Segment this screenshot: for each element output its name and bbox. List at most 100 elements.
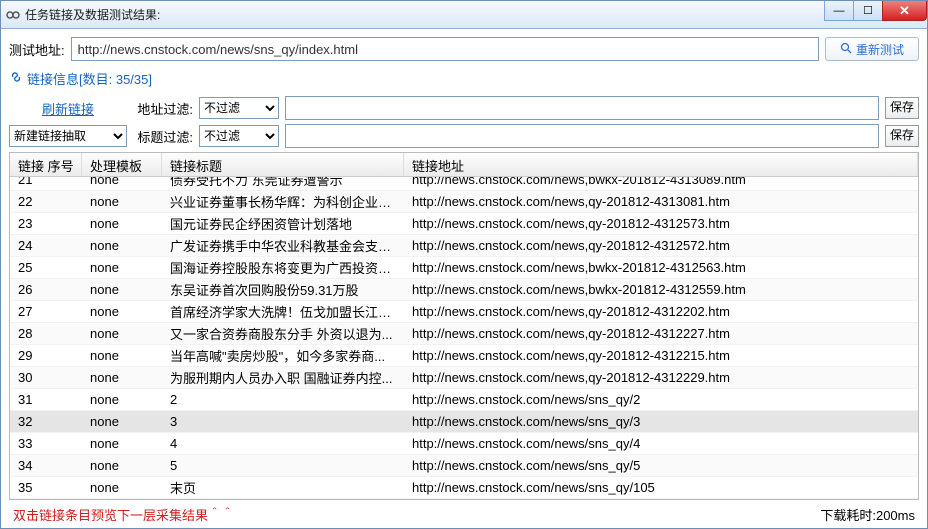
table-cell: http://news.cnstock.com/news,qy-201812-4… — [404, 370, 918, 385]
col-template[interactable]: 处理模板 — [82, 153, 162, 176]
filter-section: 刷新链接 地址过滤: 不过滤 保存 新建链接抽取 标题过滤: 不过滤 保存 — [9, 96, 919, 148]
table-cell: http://news.cnstock.com/news,bwkx-201812… — [404, 282, 918, 297]
table-row[interactable]: 29none当年高喊"卖房炒股"，如今多家券商...http://news.cn… — [10, 345, 918, 367]
table-cell: 26 — [10, 282, 82, 297]
address-filter-label: 地址过滤: — [133, 99, 193, 118]
title-filter-input[interactable] — [285, 124, 879, 148]
table-cell: 33 — [10, 436, 82, 451]
table-cell: 又一家合资券商股东分手 外资以退为... — [162, 324, 404, 343]
table-header: 链接 序号 处理模板 链接标题 链接地址 — [10, 153, 918, 177]
retest-button[interactable]: 重新测试 — [825, 37, 919, 61]
window-controls: — ☐ ✕ — [825, 1, 927, 21]
table-cell: http://news.cnstock.com/news,bwkx-201812… — [404, 177, 918, 187]
table-cell: http://news.cnstock.com/news,qy-201812-4… — [404, 194, 918, 209]
footer-hint: 双击链接条目预览下一层采集结果＾＾ — [13, 505, 234, 524]
table-cell: 23 — [10, 216, 82, 231]
address-filter-input[interactable] — [285, 96, 879, 120]
table-cell: none — [82, 326, 162, 341]
app-icon — [5, 7, 21, 23]
table-row[interactable]: 24none广发证券携手中华农业科教基金会支持...http://news.cn… — [10, 235, 918, 257]
table-row[interactable]: 25none国海证券控股股东将变更为广西投资集...http://news.cn… — [10, 257, 918, 279]
address-label: 测试地址: — [9, 40, 65, 59]
table-cell: none — [82, 370, 162, 385]
table-cell: 30 — [10, 370, 82, 385]
table-cell: none — [82, 480, 162, 495]
table-cell: none — [82, 348, 162, 363]
titlebar[interactable]: 任务链接及数据测试结果: — ☐ ✕ — [1, 1, 927, 29]
table-cell: 35 — [10, 480, 82, 495]
table-cell: none — [82, 238, 162, 253]
footer: 双击链接条目预览下一层采集结果＾＾ 下载耗时:200ms — [9, 504, 919, 528]
table-cell: 国元证券民企纾困资管计划落地 — [162, 214, 404, 233]
table-cell: none — [82, 260, 162, 275]
table-cell: none — [82, 194, 162, 209]
close-button[interactable]: ✕ — [882, 1, 927, 21]
link-info-text: 链接信息[数目: 35/35] — [27, 69, 152, 88]
table-cell: http://news.cnstock.com/news,qy-201812-4… — [404, 304, 918, 319]
search-icon — [840, 42, 852, 57]
window-body: 测试地址: 重新测试 链接信息[数目: 35/35] 刷新链接 地址过滤: 不过… — [1, 29, 927, 528]
table-cell: 兴业证券董事长杨华辉：为科创企业提... — [162, 192, 404, 211]
filter-row-address: 刷新链接 地址过滤: 不过滤 保存 — [9, 96, 919, 120]
table-cell: http://news.cnstock.com/news/sns_qy/5 — [404, 458, 918, 473]
address-row: 测试地址: 重新测试 — [9, 37, 919, 61]
maximize-button[interactable]: ☐ — [853, 1, 883, 21]
table-row[interactable]: 32none3http://news.cnstock.com/news/sns_… — [10, 411, 918, 433]
window-title: 任务链接及数据测试结果: — [25, 6, 160, 23]
table-cell: 32 — [10, 414, 82, 429]
minimize-button[interactable]: — — [824, 1, 854, 21]
table-row[interactable]: 23none国元证券民企纾困资管计划落地http://news.cnstock.… — [10, 213, 918, 235]
table-cell: 3 — [162, 414, 404, 429]
table-row[interactable]: 21none债券受托不力 东莞证券遭警示http://news.cnstock.… — [10, 177, 918, 191]
title-filter-select[interactable]: 不过滤 — [199, 125, 279, 147]
table-cell: http://news.cnstock.com/news,qy-201812-4… — [404, 348, 918, 363]
table-cell: 28 — [10, 326, 82, 341]
table-row[interactable]: 27none首席经济学家大洗牌！伍戈加盟长江证...http://news.cn… — [10, 301, 918, 323]
table-row[interactable]: 31none2http://news.cnstock.com/news/sns_… — [10, 389, 918, 411]
title-filter-label: 标题过滤: — [133, 127, 193, 146]
save-address-filter-button[interactable]: 保存 — [885, 97, 919, 119]
table-cell: none — [82, 436, 162, 451]
table-row[interactable]: 22none兴业证券董事长杨华辉：为科创企业提...http://news.cn… — [10, 191, 918, 213]
table-cell: 末页 — [162, 478, 404, 497]
address-input[interactable] — [71, 37, 819, 61]
table-cell: none — [82, 458, 162, 473]
table-cell: http://news.cnstock.com/news,qy-201812-4… — [404, 216, 918, 231]
refresh-link-button[interactable]: 刷新链接 — [9, 99, 127, 118]
table-cell: 25 — [10, 260, 82, 275]
table-cell: 34 — [10, 458, 82, 473]
link-info-header: 链接信息[数目: 35/35] — [9, 67, 919, 96]
table-row[interactable]: 33none4http://news.cnstock.com/news/sns_… — [10, 433, 918, 455]
extract-mode-select[interactable]: 新建链接抽取 — [9, 125, 127, 147]
table-cell: http://news.cnstock.com/news/sns_qy/3 — [404, 414, 918, 429]
download-time: 下载耗时:200ms — [820, 505, 915, 524]
col-title[interactable]: 链接标题 — [162, 153, 404, 176]
table-cell: 5 — [162, 458, 404, 473]
save-title-filter-button[interactable]: 保存 — [885, 125, 919, 147]
table-cell: none — [82, 282, 162, 297]
table-row[interactable]: 28none又一家合资券商股东分手 外资以退为...http://news.cn… — [10, 323, 918, 345]
app-window: 任务链接及数据测试结果: — ☐ ✕ 测试地址: 重新测试 链接信息[数目: 3… — [0, 0, 928, 529]
address-filter-select[interactable]: 不过滤 — [199, 97, 279, 119]
table-cell: none — [82, 304, 162, 319]
table-cell: none — [82, 414, 162, 429]
table-row[interactable]: 26none东吴证券首次回购股份59.31万股http://news.cnsto… — [10, 279, 918, 301]
filter-row-title: 新建链接抽取 标题过滤: 不过滤 保存 — [9, 124, 919, 148]
col-index[interactable]: 链接 序号 — [10, 153, 82, 176]
table-cell: 广发证券携手中华农业科教基金会支持... — [162, 236, 404, 255]
table-row[interactable]: 30none为服刑期内人员办入职 国融证券内控...http://news.cn… — [10, 367, 918, 389]
table-cell: http://news.cnstock.com/news/sns_qy/4 — [404, 436, 918, 451]
table-cell: 24 — [10, 238, 82, 253]
table-cell: 29 — [10, 348, 82, 363]
table-cell: 2 — [162, 392, 404, 407]
table-body[interactable]: 21none债券受托不力 东莞证券遭警示http://news.cnstock.… — [10, 177, 918, 499]
table-row[interactable]: 35none末页http://news.cnstock.com/news/sns… — [10, 477, 918, 499]
table-cell: 国海证券控股股东将变更为广西投资集... — [162, 258, 404, 277]
table-cell: 首席经济学家大洗牌！伍戈加盟长江证... — [162, 302, 404, 321]
table-row[interactable]: 34none5http://news.cnstock.com/news/sns_… — [10, 455, 918, 477]
table-cell: 4 — [162, 436, 404, 451]
col-url[interactable]: 链接地址 — [404, 153, 918, 176]
table-cell: 31 — [10, 392, 82, 407]
table-cell: 为服刑期内人员办入职 国融证券内控... — [162, 368, 404, 387]
table-cell: none — [82, 177, 162, 187]
